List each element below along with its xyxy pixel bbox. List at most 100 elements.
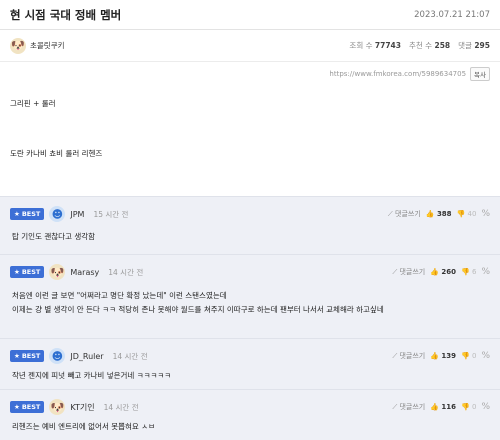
upvote-button[interactable]: 👍 260 [430, 268, 456, 276]
best-badge: ★ BEST [10, 266, 45, 278]
star-icon: ★ [14, 352, 20, 360]
upvote-count: 139 [441, 352, 457, 360]
comment-text: 리헨즈는 예비 엔트리에 없어서 못뽑혀요 ㅅㅂ [12, 422, 156, 431]
more-options-icon[interactable]: % [481, 402, 490, 412]
reply-label: 댓글쓰기 [399, 268, 426, 276]
comments-label: 댓글 [458, 41, 472, 50]
best-label: BEST [21, 352, 41, 360]
recs-label: 추천 수 [409, 41, 433, 50]
reply-button[interactable]: ⟋ 댓글쓰기 [392, 351, 425, 361]
comment-text: 이제는 걍 별 생각이 안 든다 ㅋㅋ 적당히 존나 못해야 월드를 쳐주지 이… [12, 305, 384, 314]
comment-item: ★ BEST ☻ JPM 15 시간 전 ⟋ 댓글쓰기 👍 388 👎 40 % … [0, 196, 500, 254]
downvote-button[interactable]: 👎 0 [461, 403, 476, 411]
reply-icon: ⟋ [392, 268, 398, 276]
post-header: 현 시점 국대 정배 멤버 2023.07.21 21:07 [0, 0, 500, 30]
recs-stat: 추천 수 258 [409, 40, 450, 51]
author-name[interactable]: 초콜릿쿠키 [30, 40, 65, 51]
post-title: 현 시점 국대 정배 멤버 [10, 7, 122, 22]
recs-count: 258 [434, 41, 451, 50]
more-options-icon[interactable]: % [481, 267, 490, 277]
best-badge: ★ BEST [10, 208, 45, 220]
views-label: 조회 수 [349, 41, 373, 50]
views-stat: 조회 수 77743 [349, 40, 401, 51]
comment-actions: ⟋ 댓글쓰기 👍 260 👎 6 % [392, 267, 490, 277]
thumbs-up-icon: 👍 [425, 210, 435, 218]
comment-header: ★ BEST 🐶 Marasy 14 시간 전 ⟋ 댓글쓰기 👍 260 👎 6 … [10, 261, 490, 283]
downvote-button[interactable]: 👎 40 [457, 210, 477, 218]
post-url[interactable]: https://www.fmkorea.com/5989634705 [329, 70, 466, 78]
reply-label: 댓글쓰기 [395, 210, 421, 218]
comments-count: 295 [474, 41, 490, 50]
downvote-button[interactable]: 👎 0 [461, 352, 476, 360]
thumbs-up-icon: 👍 [430, 352, 439, 360]
best-label: BEST [21, 403, 41, 411]
star-icon: ★ [14, 210, 20, 218]
comment-time: 14 시간 전 [108, 267, 144, 277]
reply-icon: ⟋ [387, 210, 393, 218]
thumbs-down-icon: 👎 [456, 210, 466, 218]
comment-item: ★ BEST 🐶 Marasy 14 시간 전 ⟋ 댓글쓰기 👍 260 👎 6 … [0, 254, 500, 338]
reply-label: 댓글쓰기 [399, 352, 426, 360]
url-row: https://www.fmkorea.com/5989634705 복사 [0, 62, 500, 86]
comment-header: ★ BEST 🐶 KT기인 14 시간 전 ⟋ 댓글쓰기 👍 116 👎 0 % [10, 396, 490, 418]
thumbs-down-icon: 👎 [461, 268, 470, 276]
upvote-button[interactable]: 👍 388 [426, 210, 452, 218]
reply-label: 댓글쓰기 [399, 403, 426, 411]
reply-icon: ⟋ [392, 403, 398, 411]
comment-header: ★ BEST ☻ JD_Ruler 14 시간 전 ⟋ 댓글쓰기 👍 139 👎 … [10, 345, 490, 367]
comment-time: 14 시간 전 [103, 402, 139, 412]
post-meta: 🐶 초콜릿쿠키 조회 수 77743 추천 수 258 댓글 295 [0, 30, 500, 62]
thumbs-down-icon: 👎 [461, 403, 470, 411]
reply-button[interactable]: ⟋ 댓글쓰기 [392, 402, 425, 412]
blue-helmet-icon: ☻ [49, 348, 66, 364]
comment-time: 14 시간 전 [112, 351, 148, 361]
dog-face-icon: 🐶 [49, 264, 66, 280]
best-comments: ★ BEST ☻ JPM 15 시간 전 ⟋ 댓글쓰기 👍 388 👎 40 % … [0, 196, 500, 440]
reply-button[interactable]: ⟋ 댓글쓰기 [388, 209, 421, 219]
comment-time: 15 시간 전 [93, 209, 129, 219]
upvote-count: 116 [441, 403, 457, 411]
more-options-icon[interactable]: % [481, 209, 490, 219]
upvote-button[interactable]: 👍 116 [430, 403, 456, 411]
author[interactable]: 🐶 초콜릿쿠키 [10, 37, 65, 54]
downvote-count: 0 [471, 403, 477, 411]
downvote-count: 6 [471, 268, 477, 276]
thumbs-down-icon: 👎 [461, 352, 470, 360]
comments-stat[interactable]: 댓글 295 [458, 40, 490, 51]
blue-helmet-icon: ☻ [49, 206, 66, 222]
thumbs-up-icon: 👍 [430, 268, 439, 276]
comment-actions: ⟋ 댓글쓰기 👍 388 👎 40 % [388, 209, 490, 219]
downvote-count: 40 [467, 210, 477, 218]
dog-face-icon: 🐶 [49, 399, 66, 415]
comment-actions: ⟋ 댓글쓰기 👍 116 👎 0 % [392, 402, 490, 412]
comment-item: ★ BEST 🐶 KT기인 14 시간 전 ⟋ 댓글쓰기 👍 116 👎 0 % … [0, 389, 500, 440]
reply-button[interactable]: ⟋ 댓글쓰기 [392, 267, 425, 277]
comment-username[interactable]: JD_Ruler [70, 352, 103, 361]
best-label: BEST [21, 210, 41, 218]
comment-item: ★ BEST ☻ JD_Ruler 14 시간 전 ⟋ 댓글쓰기 👍 139 👎 … [0, 338, 500, 389]
comment-username[interactable]: KT기인 [70, 402, 94, 413]
comment-username[interactable]: JPM [70, 210, 84, 219]
comment-actions: ⟋ 댓글쓰기 👍 139 👎 0 % [392, 351, 490, 361]
copy-url-button[interactable]: 복사 [470, 67, 490, 81]
comment-text: 작년 젠지에 피넛 빼고 카나비 넣은거네 ㅋㅋㅋㅋㅋ [12, 371, 172, 380]
dog-face-icon: 🐶 [10, 37, 26, 54]
upvote-button[interactable]: 👍 139 [430, 352, 456, 360]
upvote-count: 260 [441, 268, 457, 276]
comment-header: ★ BEST ☻ JPM 15 시간 전 ⟋ 댓글쓰기 👍 388 👎 40 % [10, 203, 490, 225]
thumbs-up-icon: 👍 [430, 403, 439, 411]
views-count: 77743 [374, 41, 401, 50]
best-label: BEST [21, 268, 41, 276]
comment-text: 탑 기인도 괜찮다고 생각함 [12, 232, 96, 241]
best-badge: ★ BEST [10, 350, 45, 362]
downvote-button[interactable]: 👎 6 [461, 268, 476, 276]
post-date: 2023.07.21 21:07 [414, 9, 490, 20]
star-icon: ★ [14, 403, 20, 411]
best-badge: ★ BEST [10, 401, 45, 413]
comment-username[interactable]: Marasy [70, 268, 99, 277]
more-options-icon[interactable]: % [481, 351, 490, 361]
comment-text: 처음엔 이런 글 보면 "어쩌라고 명단 확정 났는데" 이런 스탠스였는데 [12, 291, 227, 300]
post-body-line-1: 그리핀 + 룰러 [10, 99, 56, 108]
reply-icon: ⟋ [392, 352, 398, 360]
downvote-count: 0 [471, 352, 477, 360]
